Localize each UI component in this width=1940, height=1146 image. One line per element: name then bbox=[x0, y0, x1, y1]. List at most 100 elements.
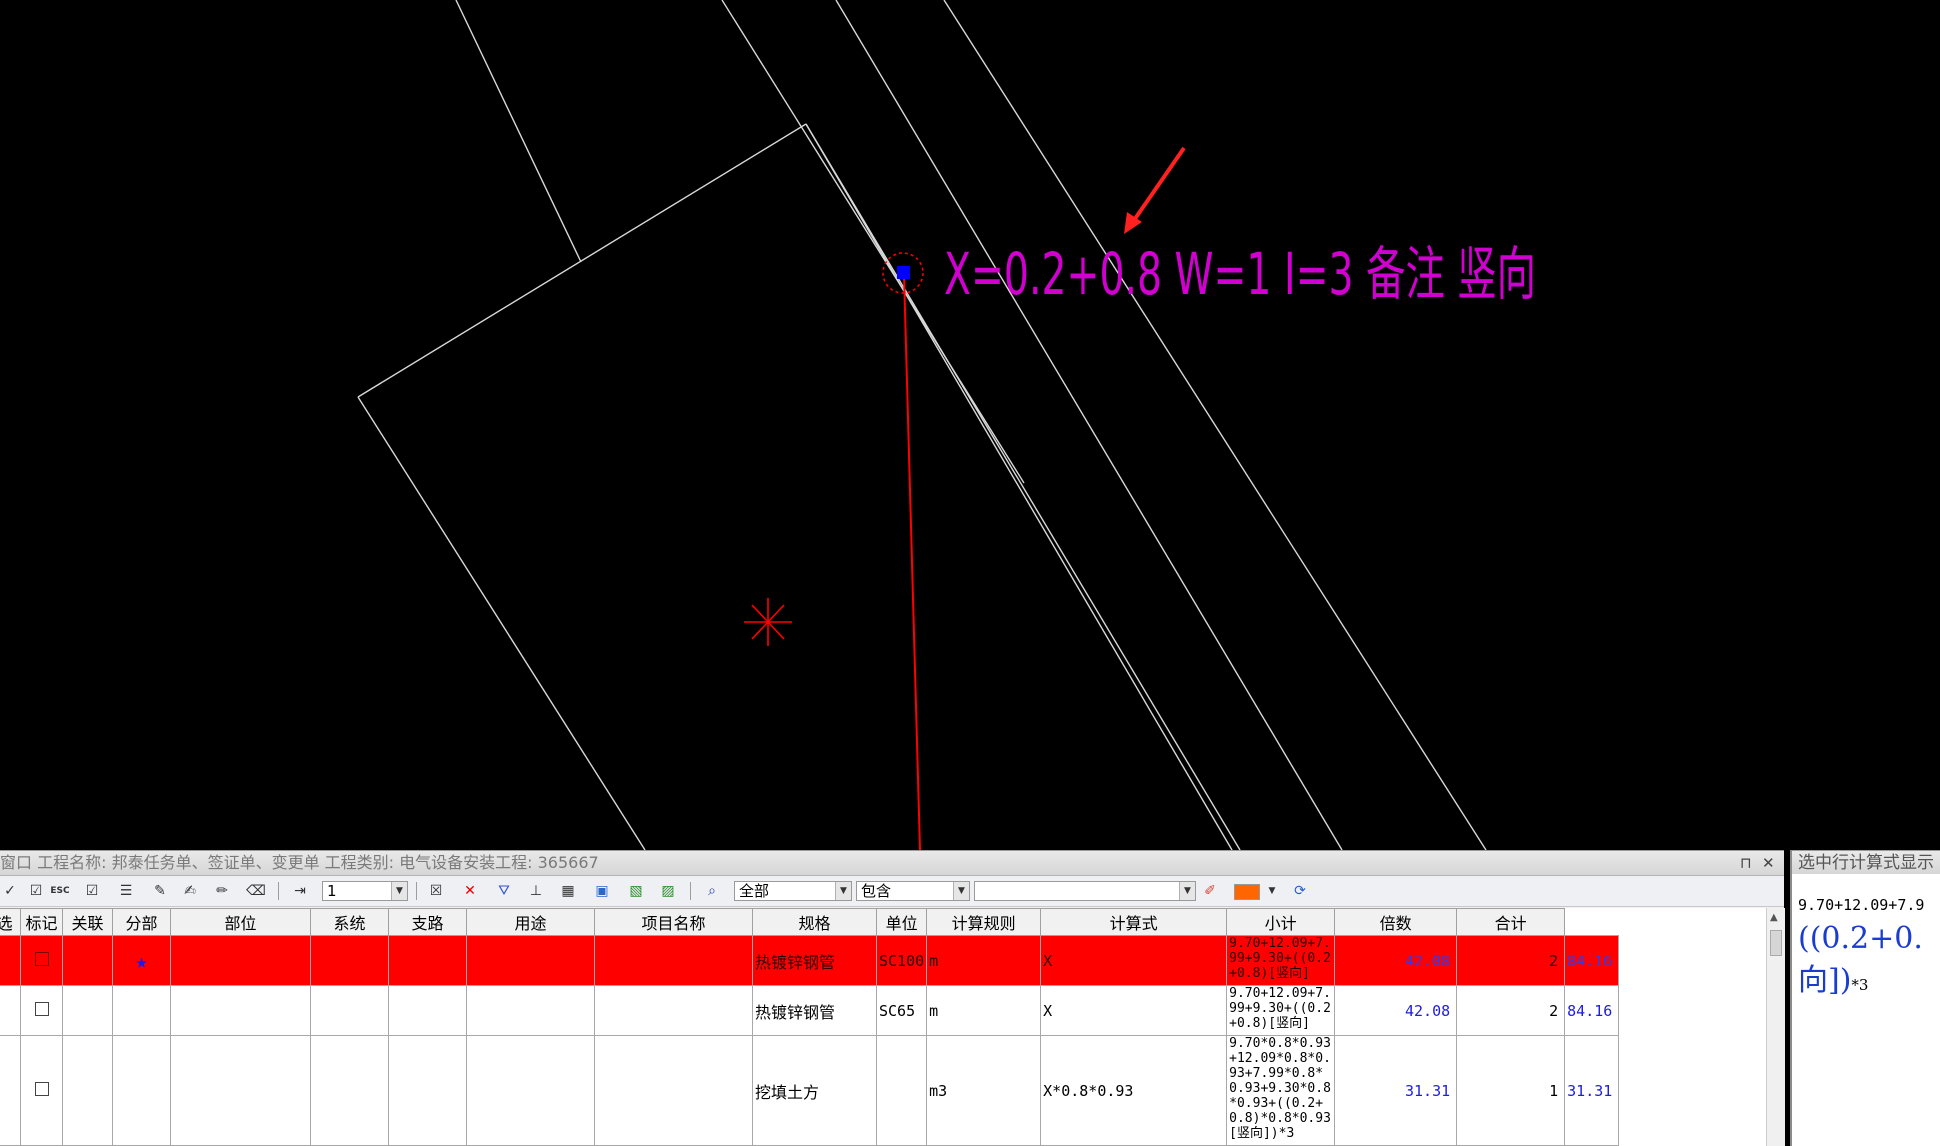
chevron-down-icon[interactable]: ▼ bbox=[391, 882, 407, 900]
red-arrow-shaft bbox=[1128, 146, 1186, 228]
multiplier-cell[interactable]: 2 bbox=[1456, 935, 1566, 986]
subtotal-cell[interactable]: 42.08 bbox=[1334, 985, 1458, 1036]
item-name-cell[interactable]: 挖填土方 bbox=[752, 1035, 877, 1146]
column-header[interactable]: 分部 bbox=[112, 908, 171, 936]
column-header[interactable]: 单位 bbox=[875, 908, 928, 936]
formula-preview-title: 选中行计算式显示 bbox=[1792, 850, 1940, 874]
match-select[interactable]: 包含 ▼ bbox=[856, 881, 970, 901]
rule-cell[interactable]: X bbox=[1040, 935, 1228, 986]
edit-sum-icon[interactable]: ✍ bbox=[180, 881, 200, 901]
pin-icon[interactable]: ⊓ bbox=[1740, 851, 1752, 875]
chevron-down-icon[interactable]: ▼ bbox=[953, 882, 969, 900]
search-input[interactable]: ▼ bbox=[974, 881, 1196, 901]
cad-line bbox=[455, 0, 582, 263]
column-header[interactable]: 小计 bbox=[1226, 908, 1336, 936]
item-name-cell[interactable]: 热镀锌钢管 bbox=[752, 985, 877, 1036]
chevron-down-icon[interactable]: ▼ bbox=[1262, 881, 1282, 901]
multiplier-cell[interactable]: 1 bbox=[1456, 1035, 1566, 1146]
rule-cell[interactable]: X bbox=[1040, 985, 1228, 1036]
close-icon[interactable]: ✕ bbox=[1762, 851, 1775, 875]
column-header[interactable]: 计算规则 bbox=[926, 908, 1042, 936]
formula-preview-suffix: *3 bbox=[1851, 976, 1869, 994]
spec-cell[interactable] bbox=[875, 1035, 928, 1146]
mark-cell[interactable] bbox=[62, 1035, 113, 1146]
filter-icon[interactable]: ⛛ bbox=[494, 881, 514, 901]
column-header[interactable]: 计算式 bbox=[1040, 908, 1228, 936]
mark-cell[interactable] bbox=[62, 935, 113, 986]
excel-import-icon[interactable]: ▧ bbox=[626, 881, 646, 901]
vertical-scrollbar[interactable]: ▲ bbox=[1766, 908, 1785, 1146]
total-cell[interactable]: 31.31 bbox=[1564, 1035, 1620, 1146]
row-checkbox[interactable] bbox=[34, 951, 49, 966]
subtotal-cell[interactable]: 31.31 bbox=[1334, 1035, 1458, 1146]
underline-edit-icon[interactable]: ✏ bbox=[212, 881, 232, 901]
highlight-pen-icon[interactable]: ✐ bbox=[1200, 881, 1220, 901]
total-cell[interactable]: 84.16 bbox=[1564, 935, 1620, 986]
refresh-icon[interactable]: ⟳ bbox=[1290, 881, 1310, 901]
table-row[interactable]: 热镀锌钢管 SC65 m X 9.70+12.09+7.99+9.30+((0.… bbox=[0, 985, 1620, 1036]
esc-icon[interactable]: ESC bbox=[50, 881, 70, 901]
column-header[interactable]: 用途 bbox=[466, 908, 595, 936]
unit-cell[interactable]: m3 bbox=[926, 1035, 1042, 1146]
list-icon[interactable]: ☰ bbox=[116, 881, 136, 901]
check-delete-icon[interactable]: ☒ bbox=[426, 881, 446, 901]
ruler-icon[interactable]: ▦ bbox=[558, 881, 578, 901]
formula-cell[interactable]: 9.70+12.09+7.99+9.30+((0.2+0.8)[竖向] bbox=[1226, 935, 1336, 986]
mark-cell[interactable] bbox=[62, 985, 113, 1036]
scroll-up-icon[interactable]: ▲ bbox=[1770, 912, 1778, 923]
window-icon[interactable]: ▣ bbox=[592, 881, 612, 901]
spec-cell[interactable]: SC65 bbox=[875, 985, 928, 1036]
column-header[interactable]: 规格 bbox=[752, 908, 877, 936]
check-all-icon[interactable]: ☑ bbox=[26, 881, 46, 901]
insert-row-icon[interactable]: ⊥ bbox=[526, 881, 546, 901]
chevron-down-icon[interactable]: ▼ bbox=[1179, 882, 1195, 900]
row-number-input[interactable]: 1 ▼ bbox=[322, 881, 408, 901]
column-header[interactable]: 支路 bbox=[388, 908, 467, 936]
multiplier-cell[interactable]: 2 bbox=[1456, 985, 1566, 1036]
column-header[interactable]: 关联 bbox=[62, 908, 113, 936]
subtotal-cell[interactable]: 42.08 bbox=[1334, 935, 1458, 986]
unit-cell[interactable]: m bbox=[926, 985, 1042, 1036]
column-header[interactable]: 合计 bbox=[1456, 908, 1566, 936]
column-header[interactable]: 选 bbox=[0, 908, 21, 936]
row-checkbox[interactable] bbox=[34, 1081, 49, 1096]
checklist-icon[interactable]: ☑ bbox=[82, 881, 102, 901]
color-swatch[interactable] bbox=[1234, 884, 1260, 900]
column-header[interactable]: 项目名称 bbox=[594, 908, 753, 936]
total-cell[interactable]: 84.16 bbox=[1564, 985, 1620, 1036]
item-name-cell[interactable]: 热镀锌钢管 bbox=[752, 935, 877, 986]
formula-preview-large-line: 向]) bbox=[1798, 963, 1852, 998]
link-star-icon[interactable]: ★ bbox=[135, 949, 147, 973]
scroll-thumb[interactable] bbox=[1770, 930, 1782, 956]
eraser-icon[interactable]: ⌫ bbox=[246, 881, 266, 901]
excel-export-icon[interactable]: ▨ bbox=[658, 881, 678, 901]
formula-preview-large: ((0.2+0. 向])*3 bbox=[1798, 918, 1940, 1006]
cad-annotation-text[interactable]: X=0.2+0.8 W=1 I=3 备注 竖向 bbox=[944, 240, 1536, 308]
row-checkbox[interactable] bbox=[34, 1001, 49, 1016]
column-header[interactable]: 标记 bbox=[20, 908, 63, 936]
column-header[interactable]: 系统 bbox=[310, 908, 389, 936]
unit-cell[interactable]: m bbox=[926, 935, 1042, 986]
cad-line bbox=[943, 0, 1487, 850]
indent-icon[interactable]: ⇥ bbox=[290, 881, 310, 901]
formula-cell[interactable]: 9.70+12.09+7.99+9.30+((0.2+0.8)[竖向] bbox=[1226, 985, 1336, 1036]
chevron-down-icon[interactable]: ▼ bbox=[835, 882, 851, 900]
table-row[interactable]: ★ 热镀锌钢管 SC100 m X 9.70+12.09+7.99+9.30+(… bbox=[0, 935, 1620, 986]
scope-select[interactable]: 全部 ▼ bbox=[734, 881, 852, 901]
formula-cell[interactable]: 9.70*0.8*0.93+12.09*0.8*0.93+7.99*0.8*0.… bbox=[1226, 1035, 1336, 1146]
column-header[interactable]: 倍数 bbox=[1334, 908, 1458, 936]
link-cell[interactable] bbox=[112, 1035, 171, 1146]
check-icon[interactable]: ✓ bbox=[0, 881, 20, 901]
cad-canvas[interactable]: X=0.2+0.8 W=1 I=3 备注 竖向 bbox=[0, 0, 1940, 850]
table-row[interactable]: 挖填土方 m3 X*0.8*0.93 9.70*0.8*0.93+12.09*0… bbox=[0, 1035, 1620, 1146]
cad-lines bbox=[357, 0, 1487, 850]
column-header[interactable]: 部位 bbox=[170, 908, 311, 936]
link-cell[interactable] bbox=[112, 985, 171, 1036]
rule-cell[interactable]: X*0.8*0.93 bbox=[1040, 1035, 1228, 1146]
binoculars-icon[interactable]: ⌕ bbox=[702, 881, 722, 901]
selected-point-marker bbox=[897, 266, 910, 279]
spec-cell[interactable]: SC100 bbox=[875, 935, 928, 986]
edit-icon[interactable]: ✎ bbox=[150, 881, 170, 901]
quantity-table: 选 标记 关联 分部 部位 系统 支路 用途 项目名称 规格 单位 计算规则 计… bbox=[0, 908, 1620, 1146]
delete-icon[interactable]: ✕ bbox=[460, 881, 480, 901]
